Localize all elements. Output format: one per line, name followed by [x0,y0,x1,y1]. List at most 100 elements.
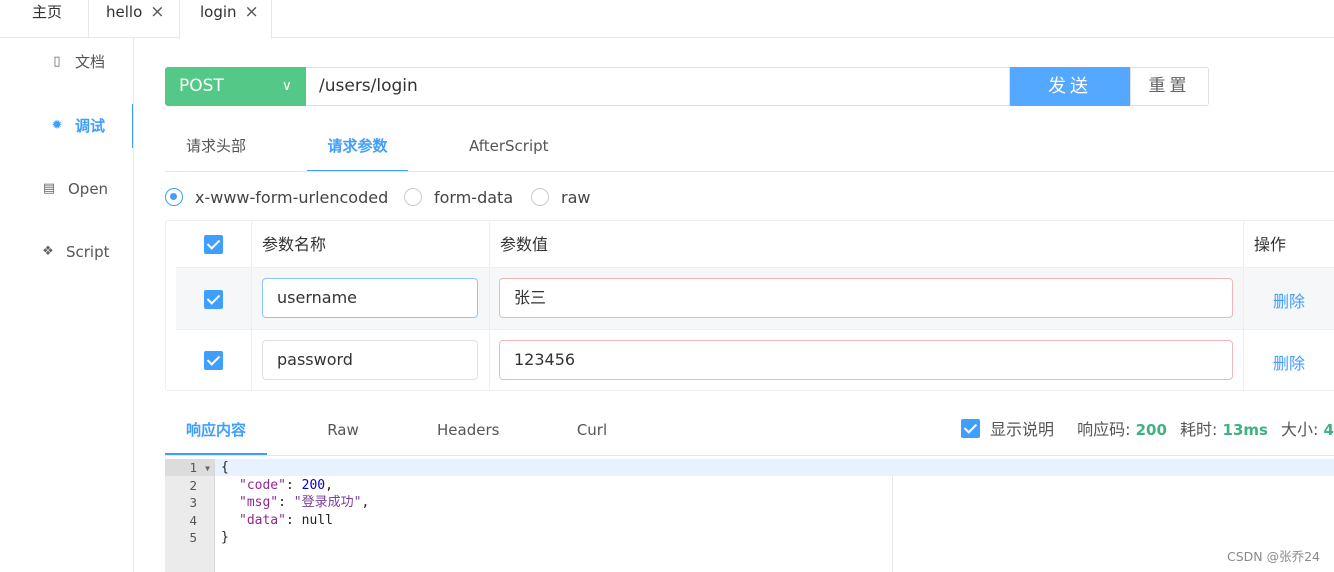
code-token: "登录成功" [293,495,362,510]
reset-button[interactable]: 重置 [1130,67,1209,106]
tab-label: hello [106,3,143,21]
header-param-name: 参数名称 [262,235,327,254]
code-token: 200 [301,478,326,493]
params-table: 参数名称 参数值 操作 username 张三 删除 password 1234… [165,220,1334,391]
tab-request-params[interactable]: 请求参数 [307,124,408,172]
fold-arrow-icon[interactable]: ▼ [205,464,210,473]
code-token: , [325,478,333,493]
tab-label: Raw [327,421,359,439]
watermark: CSDN @张乔24 [1226,549,1320,564]
code-token: null [301,513,333,528]
size-value: 45 [1323,421,1334,439]
top-tab-bar: 主页 hello × login × [0,0,1334,39]
response-tabs: 响应内容 Raw Headers Curl 显示说明 响应码: 200 耗时: … [165,406,1334,456]
radio-label: form-data [434,188,514,207]
status-label: 响应码: [1077,420,1131,439]
radio-label: x-www-form-urlencoded [195,188,389,207]
delete-link[interactable]: 删除 [1273,350,1305,374]
input-value: 123456 [514,350,576,369]
line-number: 4 [189,513,197,528]
line-gutter: 1 ▼ 2 3 4 5 [165,459,215,572]
tab-curl[interactable]: Curl [576,406,608,454]
request-tabs: 请求头部 请求参数 AfterScript [165,124,1334,172]
input-value: password [277,350,353,369]
tab-label: AfterScript [469,137,549,155]
line-number: 2 [189,478,197,493]
url-input[interactable]: /users/login [306,67,1010,106]
tabs-border [165,171,1334,172]
code-line: "msg": "登录成功", [239,494,369,511]
bug-icon: ✹ [51,118,63,133]
sidebar-item-script[interactable]: ❖ Script [0,230,134,274]
method-select[interactable]: POST ∨ [165,67,306,106]
param-value-input[interactable]: 张三 [499,278,1233,318]
tab-home[interactable]: 主页 [32,0,62,38]
param-value-input[interactable]: 123456 [499,340,1233,380]
sidebar-item-label: 调试 [75,117,106,135]
show-desc-checkbox[interactable] [961,419,980,438]
line-number: 1 [189,460,197,475]
response-meta: 显示说明 响应码: 200 耗时: 13ms 大小: 45 [961,406,1334,454]
time-label: 耗时: [1180,420,1218,439]
show-desc-label: 显示说明 [990,420,1055,439]
tab-divider [88,0,89,38]
tab-hello[interactable]: hello × [106,0,165,38]
close-icon[interactable]: × [150,2,164,22]
table-header-row: 参数名称 参数值 操作 [176,221,1334,268]
status-value: 200 [1135,421,1167,439]
url-value: /users/login [319,76,418,96]
print-margin [892,476,893,572]
tab-afterscript[interactable]: AfterScript [469,124,549,168]
sidebar-item-open[interactable]: ▤ Open [0,167,134,211]
time-value: 13ms [1222,421,1268,439]
tab-label: 响应内容 [185,421,246,439]
table-row: username 张三 删除 [176,268,1334,330]
code-token: "code" [239,478,286,493]
code-token: } [221,530,229,545]
code-token: "msg" [239,495,279,510]
radio-circle [531,188,549,206]
code-token: : [285,478,302,493]
sidebar-border [133,38,134,572]
chevron-down-icon: ∨ [281,78,292,94]
row-checkbox[interactable] [204,351,223,370]
code-area[interactable]: { "code": 200, "msg": "登录成功", "data": nu… [215,459,1334,572]
delete-link[interactable]: 删除 [1273,288,1305,312]
code-token: : [278,495,294,510]
radio-label: raw [561,188,591,207]
tab-request-headers[interactable]: 请求头部 [185,124,247,168]
code-line: { [221,459,229,476]
sidebar-item-docs[interactable]: ▯ 文档 [0,40,134,84]
tab-label: 主页 [32,3,63,21]
select-all-checkbox[interactable] [204,235,223,254]
response-editor[interactable]: 1 ▼ 2 3 4 5 { "code": 200, "msg": "登录成功"… [165,459,1334,572]
line-number: 3 [189,495,197,510]
sidebar-item-label: Script [66,243,110,261]
code-line: "code": 200, [239,477,333,494]
file-icon: ▤ [42,181,56,196]
header-action: 操作 [1254,235,1287,254]
input-value: username [277,288,357,307]
tab-response-body[interactable]: 响应内容 [165,406,267,455]
line-number: 5 [189,530,197,545]
tab-label: 请求参数 [327,137,388,155]
tabs-border [165,455,1334,456]
close-icon[interactable]: × [245,2,259,22]
code-line: "data": null [239,512,333,529]
tab-raw[interactable]: Raw [325,406,361,454]
column-divider [251,221,252,390]
sidebar: ▯ 文档 ✹ 调试 ▤ Open ❖ Script [0,38,134,572]
tab-login[interactable]: login × [179,0,272,39]
size-label: 大小: [1281,420,1319,439]
tab-label: Curl [576,421,608,439]
code-token: : [285,513,302,528]
tab-headers[interactable]: Headers [437,406,499,454]
sidebar-item-debug[interactable]: ✹ 调试 [0,104,134,148]
send-button[interactable]: 发送 [1010,67,1130,106]
param-name-input[interactable]: password [262,340,478,380]
tab-label: Headers [437,421,500,439]
row-checkbox[interactable] [204,290,223,309]
method-value: POST [179,76,224,96]
param-name-input[interactable]: username [262,278,478,318]
input-value: 张三 [514,288,547,307]
